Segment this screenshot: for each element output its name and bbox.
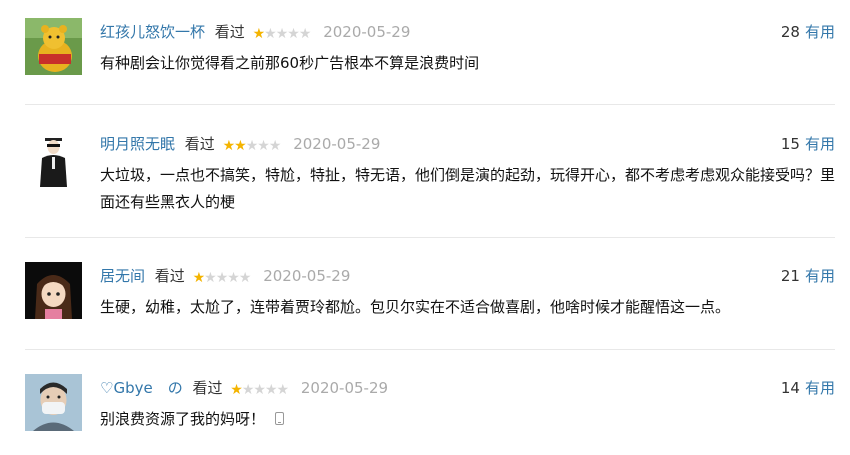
vote-area: 28 有用	[781, 21, 835, 43]
rating-stars: ★★★★★	[252, 22, 312, 45]
watch-status: 看过	[154, 267, 185, 285]
comment-header: ♡Gbye の 看过 ★★★★★ 2020-05-29 14 有用	[100, 377, 835, 399]
comment-header: 明月照无眠 看过 ★★★★★ 2020-05-29 15 有用	[100, 133, 835, 155]
star-empty-icon: ★	[215, 270, 229, 286]
vote-count: 28	[780, 23, 800, 41]
user-name-link[interactable]: 居无间	[100, 267, 145, 285]
star-filled-icon: ★	[252, 26, 266, 42]
vote-area: 21 有用	[781, 265, 835, 287]
star-empty-icon: ★	[264, 382, 278, 398]
star-filled-icon: ★	[234, 138, 247, 154]
comment-text: 生硬，幼稚，太尬了，连带着贾玲都尬。包贝尔实在不适合做喜剧，他啥时候才能醒悟这一…	[100, 298, 731, 316]
useful-button[interactable]: 有用	[805, 135, 835, 153]
star-empty-icon: ★	[298, 26, 312, 42]
comment-item: 红孩儿怒饮一杯 看过 ★★★★★ 2020-05-29 28 有用 有种剧会让你觉…	[25, 18, 835, 105]
comment-date: 2020-05-29	[263, 267, 351, 285]
avatar[interactable]	[25, 374, 82, 431]
vote-count: 14	[780, 379, 800, 397]
rating-stars: ★★★★★	[230, 378, 290, 401]
star-filled-icon: ★	[222, 138, 236, 154]
star-empty-icon: ★	[268, 138, 282, 154]
avatar[interactable]	[25, 262, 82, 319]
comment-date: 2020-05-29	[323, 23, 411, 41]
star-empty-icon: ★	[275, 26, 289, 42]
user-name-link[interactable]: ♡Gbye の	[100, 379, 183, 397]
comment-header: 居无间 看过 ★★★★★ 2020-05-29 21 有用	[100, 265, 835, 287]
star-empty-icon: ★	[241, 382, 255, 398]
star-filled-icon: ★	[192, 270, 206, 286]
star-empty-icon: ★	[238, 270, 252, 286]
mobile-phone-icon	[275, 412, 285, 425]
comment-item: ♡Gbye の 看过 ★★★★★ 2020-05-29 14 有用 别浪费资源了我…	[25, 374, 835, 444]
comment-header: 红孩儿怒饮一杯 看过 ★★★★★ 2020-05-29 28 有用	[100, 21, 835, 43]
star-empty-icon: ★	[253, 382, 266, 398]
star-empty-icon: ★	[204, 270, 217, 286]
useful-button[interactable]: 有用	[805, 267, 835, 285]
star-filled-icon: ★	[230, 382, 243, 398]
star-empty-icon: ★	[287, 26, 300, 42]
rating-stars: ★★★★★	[222, 134, 282, 157]
watch-status: 看过	[184, 135, 215, 153]
useful-button[interactable]: 有用	[805, 23, 835, 41]
avatar[interactable]	[25, 18, 82, 75]
comment-list: 红孩儿怒饮一杯 看过 ★★★★★ 2020-05-29 28 有用 有种剧会让你觉…	[0, 0, 850, 455]
star-empty-icon: ★	[276, 382, 290, 398]
rating-stars: ★★★★★	[192, 266, 252, 289]
comment-date: 2020-05-29	[300, 379, 389, 397]
comment-item: 明月照无眠 看过 ★★★★★ 2020-05-29 15 有用 大垃圾，一点也不搞…	[25, 130, 835, 238]
watch-status: 看过	[192, 379, 223, 397]
comment-date: 2020-05-29	[293, 135, 381, 153]
vote-count: 21	[780, 267, 800, 285]
vote-area: 15 有用	[781, 133, 835, 155]
comment-item: 居无间 看过 ★★★★★ 2020-05-29 21 有用 生硬，幼稚，太尬了，连…	[25, 262, 835, 350]
star-empty-icon: ★	[257, 138, 270, 154]
vote-count: 15	[780, 135, 800, 153]
avatar-image-figure	[25, 130, 82, 187]
star-empty-icon: ★	[227, 270, 240, 286]
star-empty-icon: ★	[245, 138, 259, 154]
useful-button[interactable]: 有用	[805, 379, 835, 397]
user-name-link[interactable]: 红孩儿怒饮一杯	[100, 23, 205, 41]
watch-status: 看过	[214, 23, 245, 41]
avatar-image-pooh	[25, 18, 82, 75]
comment-text-body: 别浪费资源了我的妈呀！	[100, 410, 266, 428]
comment-text: 大垃圾，一点也不搞笑，特尬，特扯，特无语，他们倒是演的起劲，玩得开心，都不考虑考…	[100, 166, 836, 211]
star-empty-icon: ★	[264, 26, 277, 42]
avatar-image-masked-man	[25, 374, 82, 431]
vote-area: 14 有用	[781, 377, 835, 399]
avatar[interactable]	[25, 130, 82, 187]
comment-text: 有种剧会让你觉得看之前那60秒广告根本不算是浪费时间	[100, 54, 480, 72]
avatar-image-anime-girl	[25, 262, 82, 319]
user-name-link[interactable]: 明月照无眠	[100, 135, 175, 153]
comment-text: 别浪费资源了我的妈呀！	[100, 406, 835, 433]
